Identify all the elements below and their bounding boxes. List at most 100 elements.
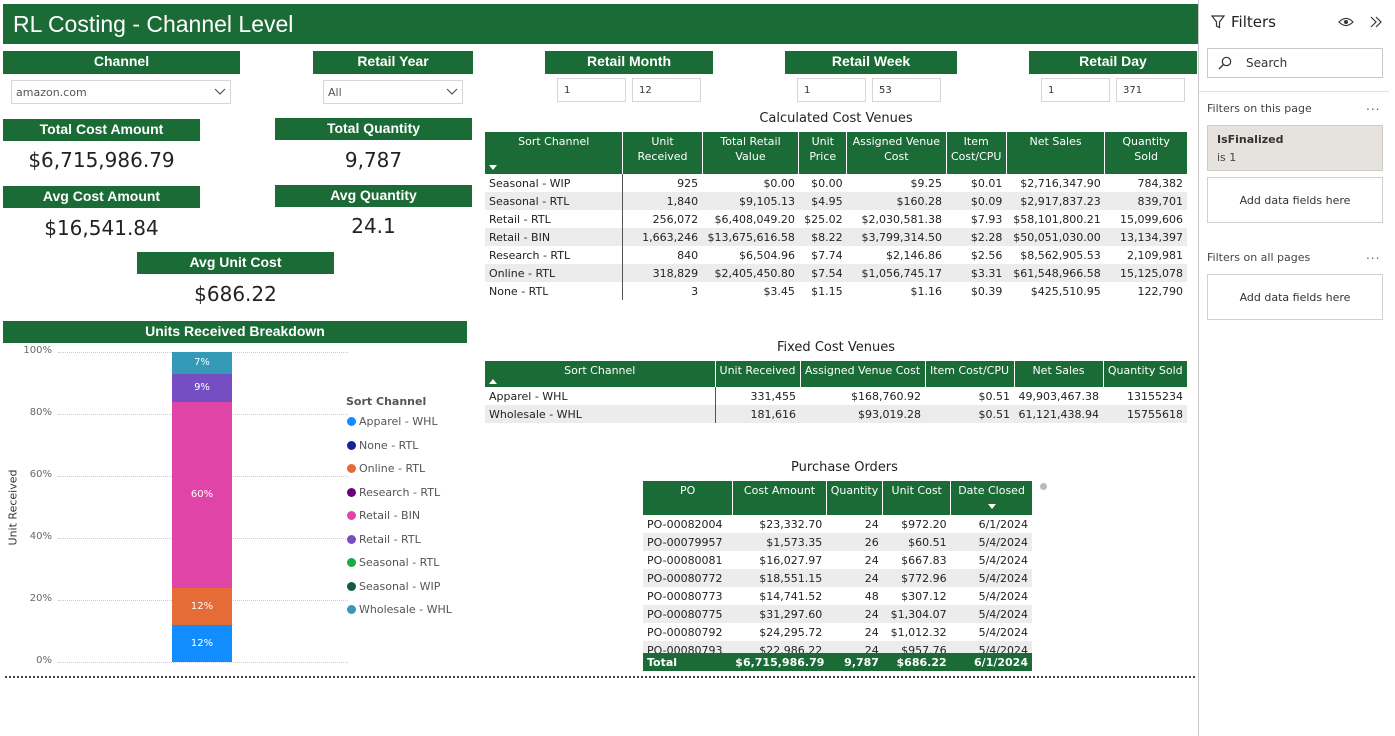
- col-unit-cost[interactable]: Unit Cost: [882, 481, 952, 515]
- col-cost-amount[interactable]: Cost Amount: [732, 481, 827, 515]
- bar-segment[interactable]: 60%: [172, 401, 232, 588]
- col-unit-price[interactable]: Unit Price: [798, 132, 848, 174]
- retail-year-dropdown[interactable]: All: [323, 80, 463, 104]
- purchase-orders-scroll-area[interactable]: PO Cost Amount Quantity Unit Cost Date C…: [643, 481, 1032, 671]
- collapse-pane-icon[interactable]: [1369, 16, 1383, 28]
- retail-month-min-input[interactable]: 1: [557, 78, 626, 102]
- table-row[interactable]: Retail - RTL 256,072 $6,408,049.20 $25.02 $2…: [485, 210, 1187, 228]
- table-cell: 5/4/2024: [978, 553, 1028, 567]
- table-row[interactable]: Online - RTL 318,829 $2,405,450.80 $7.54 $1,…: [485, 264, 1187, 282]
- col-po[interactable]: PO: [643, 481, 734, 515]
- col-net-sales[interactable]: Net Sales: [1014, 361, 1104, 387]
- table-cell: 318,829: [622, 264, 703, 282]
- col-unit-received[interactable]: Unit Received: [715, 361, 801, 387]
- col-item-cost-cpu[interactable]: Item Cost/CPU: [946, 132, 1007, 174]
- table-cell: PO-00079957: [643, 533, 733, 551]
- table-row[interactable]: None - RTL 3 $3.45 $1.15 $1.16 $0.39 $425,510.…: [485, 282, 1187, 300]
- legend-item[interactable]: Apparel - WHL: [347, 415, 438, 428]
- stacked-bar[interactable]: 12% 12% 60% 9% 7%: [172, 352, 232, 662]
- col-net-sales[interactable]: Net Sales: [1006, 132, 1106, 174]
- table-row[interactable]: Seasonal - WIP 925 $0.00 $0.00 $9.25 $0.01 $2,…: [485, 174, 1187, 192]
- legend-item[interactable]: Seasonal - RTL: [347, 556, 439, 569]
- table-cell: $1.15: [811, 284, 843, 298]
- table-cell: 5/4/2024: [950, 533, 1032, 551]
- legend-item[interactable]: Retail - RTL: [347, 533, 421, 546]
- table-row[interactable]: Wholesale - WHL 181,616 $93,019.28 $0.51 61,…: [485, 405, 1187, 423]
- legend-item[interactable]: Seasonal - WIP: [347, 580, 440, 593]
- table-row[interactable]: Seasonal - RTL 1,840 $9,105.13 $4.95 $160.28…: [485, 192, 1187, 210]
- table-cell: $4.95: [798, 192, 847, 210]
- table-cell: Online - RTL: [485, 264, 624, 282]
- bar-segment[interactable]: 7%: [172, 352, 232, 374]
- legend-item[interactable]: None - RTL: [347, 439, 418, 452]
- col-quantity-sold[interactable]: Quantity Sold: [1103, 361, 1187, 387]
- add-data-fields-all-pages[interactable]: Add data fields here: [1207, 274, 1383, 320]
- col-sort-channel[interactable]: Sort Channel: [485, 361, 716, 387]
- col-quantity[interactable]: Quantity: [826, 481, 884, 515]
- legend-label: Seasonal - RTL: [359, 556, 440, 569]
- filter-card-isfinalized[interactable]: IsFinalized is 1: [1207, 125, 1383, 171]
- more-options-icon[interactable]: ...: [1366, 248, 1380, 262]
- channel-slicer-header: Channel: [3, 51, 240, 74]
- table-row[interactable]: PO-00080081 $16,027.97 24 $667.83 5/4/2024: [643, 551, 1032, 569]
- total-cost-amount: $6,715,986.79: [731, 653, 829, 671]
- col-unit-received[interactable]: Unit Received: [622, 132, 703, 174]
- bar-segment[interactable]: 12%: [172, 624, 232, 662]
- table-cell: 256,072: [652, 212, 699, 226]
- filters-search-box[interactable]: Search: [1207, 48, 1383, 78]
- table-cell: PO-00082004: [647, 517, 723, 531]
- table-row[interactable]: PO-00080775 $31,297.60 24 $1,304.07 5/4/2024: [643, 605, 1032, 623]
- table-cell: PO-00080775: [643, 605, 733, 623]
- col-assigned-venue-cost[interactable]: Assigned Venue Cost: [800, 361, 926, 387]
- table-row[interactable]: PO-00080792 $24,295.72 24 $1,012.32 5/4/2024: [643, 623, 1032, 641]
- avg-unit-cost-label: Avg Unit Cost: [137, 252, 334, 274]
- table-cell: $60.51: [882, 533, 951, 551]
- col-date-closed[interactable]: Date Closed: [950, 481, 1032, 515]
- table-cell: $3.31: [946, 264, 1007, 282]
- col-assigned-venue-cost[interactable]: Assigned Venue Cost: [846, 132, 947, 174]
- table-row[interactable]: PO-00082004 $23,332.70 24 $972.20 6/1/2024: [643, 515, 1032, 533]
- col-sort-channel[interactable]: Sort Channel: [485, 132, 624, 174]
- table-row[interactable]: PO-00080773 $14,741.52 48 $307.12 5/4/2024: [643, 587, 1032, 605]
- legend-item[interactable]: Retail - BIN: [347, 509, 420, 522]
- retail-month-slicer-header: Retail Month: [545, 51, 713, 74]
- col-item-cost-cpu[interactable]: Item Cost/CPU: [925, 361, 1015, 387]
- table-row[interactable]: PO-00079957 $1,573.35 26 $60.51 5/4/2024: [643, 533, 1032, 551]
- legend-item[interactable]: Wholesale - WHL: [347, 603, 452, 616]
- purchase-orders-table: PO Cost Amount Quantity Unit Cost Date C…: [643, 481, 1032, 659]
- purchase-orders-title: Purchase Orders: [791, 460, 898, 475]
- retail-day-min-input[interactable]: 1: [1041, 78, 1110, 102]
- gridline: [58, 662, 348, 663]
- retail-month-max-input[interactable]: 12: [632, 78, 701, 102]
- retail-week-min-input[interactable]: 1: [797, 78, 866, 102]
- bar-segment[interactable]: 12%: [172, 587, 232, 625]
- retail-day-max-input[interactable]: 371: [1116, 78, 1185, 102]
- table-cell: PO-00080773: [647, 589, 723, 603]
- table-row[interactable]: PO-00080772 $18,551.15 24 $772.96 5/4/2024: [643, 569, 1032, 587]
- table-row[interactable]: Retail - BIN 1,663,246 $13,675,616.58 $8.22…: [485, 228, 1187, 246]
- table-cell: Retail - BIN: [485, 228, 624, 246]
- add-data-fields-this-page[interactable]: Add data fields here: [1207, 177, 1383, 223]
- table-row[interactable]: Research - RTL 840 $6,504.96 $7.74 $2,146.86…: [485, 246, 1187, 264]
- table-cell: $23,332.70: [759, 517, 823, 531]
- table-row[interactable]: Apparel - WHL 331,455 $168,760.92 $0.51 49,9…: [485, 387, 1187, 405]
- table-cell: $0.00: [811, 176, 843, 190]
- total-cost-amount-value: $6,715,986.79: [28, 148, 175, 172]
- more-options-icon[interactable]: ...: [1366, 99, 1380, 113]
- bar-segment[interactable]: 9%: [172, 373, 232, 402]
- legend-item[interactable]: Research - RTL: [347, 486, 440, 499]
- col-total-retail-value[interactable]: Total Retail Value: [702, 132, 800, 174]
- col-quantity-sold[interactable]: Quantity Sold: [1104, 132, 1187, 174]
- legend-item[interactable]: Online - RTL: [347, 462, 425, 475]
- table-cell: 24: [864, 517, 879, 531]
- retail-week-max-input[interactable]: 53: [872, 78, 941, 102]
- table-cell: $8.22: [798, 228, 847, 246]
- table-cell: $18,551.15: [732, 569, 827, 587]
- table-cell: Seasonal - WIP: [485, 174, 624, 192]
- scrollbar-handle[interactable]: [1040, 483, 1047, 490]
- table-cell: $3,799,314.50: [846, 228, 947, 246]
- table-cell: 15,099,606: [1120, 212, 1183, 226]
- eye-icon[interactable]: [1338, 16, 1354, 28]
- filters-title: Filters: [1231, 13, 1276, 31]
- channel-dropdown[interactable]: amazon.com: [11, 80, 231, 104]
